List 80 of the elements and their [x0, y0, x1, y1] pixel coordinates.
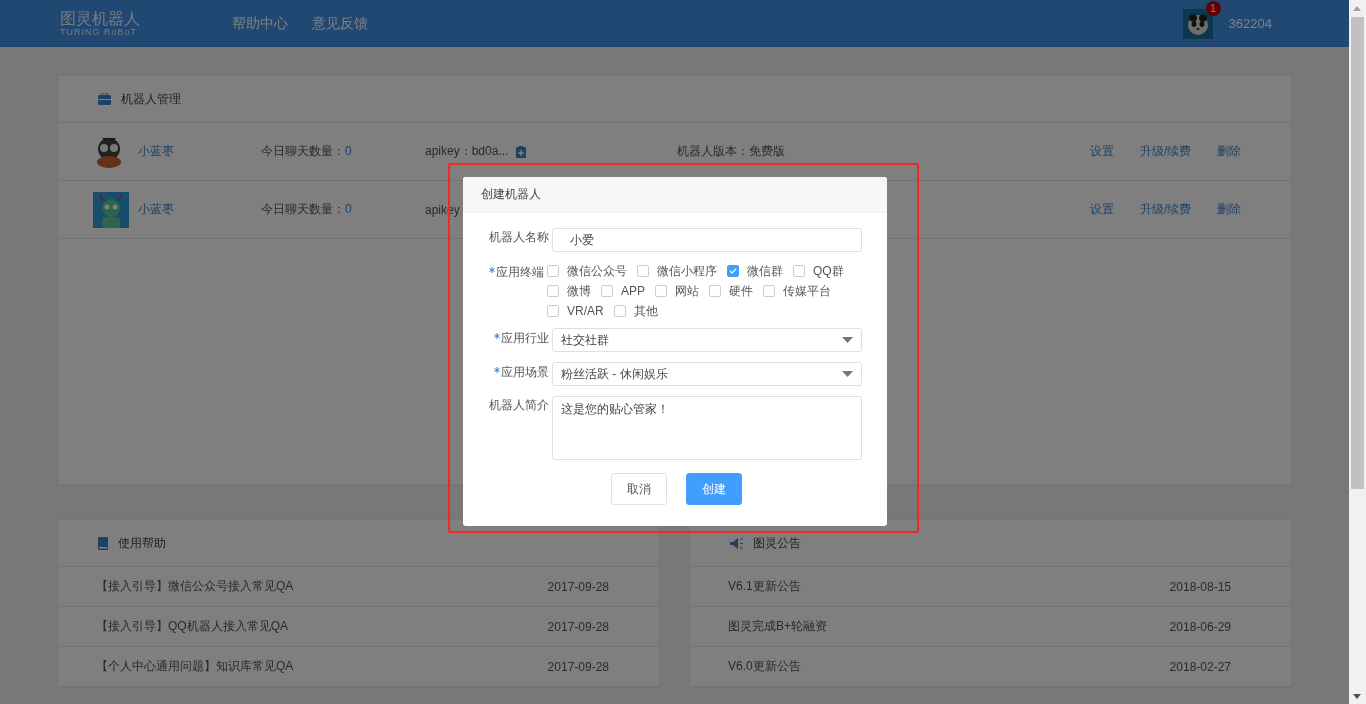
checkbox[interactable]: [655, 285, 667, 297]
checkbox[interactable]: [709, 285, 721, 297]
robot-name-link[interactable]: 小蓝枣: [138, 201, 261, 218]
caret-icon: [842, 337, 853, 343]
panel-title: 机器人管理: [121, 90, 181, 108]
checkbox[interactable]: [637, 265, 649, 277]
chat-count-label: 今日聊天数量：: [261, 202, 345, 216]
panel-title: 图灵公告: [753, 534, 801, 552]
article-date: 2017-09-28: [547, 579, 609, 594]
article-date: 2018-02-27: [1169, 659, 1231, 674]
name-field[interactable]: 小爱: [552, 228, 862, 252]
checkbox-label: APP: [621, 284, 645, 298]
notification-badge: 1: [1205, 0, 1221, 16]
checkbox-label: 微信群: [747, 264, 783, 278]
nav-link[interactable]: 帮助中心: [232, 14, 288, 33]
action-link[interactable]: 设置: [1090, 143, 1114, 160]
field-label: 机器人简介: [489, 397, 550, 414]
article-link[interactable]: V6.0更新公告: [728, 658, 801, 675]
field-label: 应用场景: [501, 364, 550, 381]
field-label: 应用行业: [501, 330, 550, 347]
field-label: 机器人名称: [489, 229, 550, 246]
checkbox-label: VR/AR: [567, 304, 604, 318]
robot-name-link[interactable]: 小蓝枣: [138, 143, 261, 160]
article-link[interactable]: 【接入引导】微信公众号接入常见QA: [96, 578, 294, 595]
checkbox-label: QQ群: [813, 264, 844, 278]
scrollbar[interactable]: [1349, 0, 1366, 704]
article-link[interactable]: 【个人中心通用问题】知识库常见QA: [96, 658, 294, 675]
article-date: 2018-08-15: [1169, 579, 1231, 594]
speaker-icon: [730, 536, 743, 550]
logo-subtitle: TURING RoBoT: [60, 27, 138, 37]
checkbox[interactable]: [547, 285, 559, 297]
scroll-thumb[interactable]: [1351, 17, 1364, 489]
checkbox[interactable]: [601, 285, 613, 297]
dialog-title: 创建机器人: [481, 186, 541, 203]
checkbox[interactable]: [547, 305, 559, 317]
checkbox[interactable]: [763, 285, 775, 297]
checkbox-label: 传媒平台: [783, 284, 831, 298]
cancel-button[interactable]: 取消: [610, 473, 667, 505]
chat-count-label: 今日聊天数量：: [261, 144, 345, 158]
article-link[interactable]: V6.1更新公告: [728, 578, 801, 595]
checkbox-label: 微信小程序: [657, 264, 717, 278]
logo-title: 图灵机器人: [60, 10, 141, 27]
user-avatar[interactable]: [1182, 8, 1213, 39]
checkbox[interactable]: [727, 265, 739, 277]
article-date: 2018-06-29: [1169, 619, 1231, 634]
action-link[interactable]: 删除: [1217, 143, 1242, 160]
article-link[interactable]: 【接入引导】QQ机器人接入常见QA: [96, 618, 288, 635]
checkbox-label: 其他: [633, 304, 658, 318]
panel-title: 使用帮助: [118, 534, 166, 552]
create-button[interactable]: 创建: [685, 473, 742, 505]
book-icon: [98, 536, 108, 550]
checkbox[interactable]: [613, 305, 626, 317]
action-link[interactable]: 删除: [1217, 201, 1242, 218]
toolbox-icon: [98, 93, 111, 105]
action-link[interactable]: 设置: [1090, 201, 1114, 218]
user-id: 362204: [1228, 16, 1272, 31]
dropdown[interactable]: 社交社群: [552, 328, 862, 352]
copy-icon: [516, 145, 527, 158]
apikey-text: apikey：bd0a...: [425, 143, 509, 160]
checkbox[interactable]: [793, 265, 805, 277]
chat-count: 0: [345, 144, 352, 158]
robot-icon: [93, 191, 129, 228]
action-link[interactable]: 升级/续费: [1140, 201, 1192, 218]
action-link[interactable]: 升级/续费: [1140, 143, 1192, 160]
dropdown[interactable]: 粉丝活跃 - 休闲娱乐: [552, 362, 862, 386]
checkbox-label: 微信公众号: [567, 264, 627, 278]
checkbox-label: 网站: [675, 284, 699, 298]
article-date: 2017-09-28: [547, 659, 609, 674]
article-date: 2017-09-28: [547, 619, 609, 634]
field-label: 应用终端: [496, 264, 545, 281]
checkbox-label: 硬件: [729, 284, 753, 298]
description-field[interactable]: 这是您的贴心管家！: [552, 396, 862, 460]
check-icon: [728, 266, 738, 276]
version-text: 机器人版本：免费版: [677, 143, 786, 160]
chat-count: 0: [345, 202, 352, 216]
article-link[interactable]: 图灵完成B+轮融资: [728, 618, 827, 635]
checkbox-label: 微博: [567, 284, 591, 298]
nav-link[interactable]: 意见反馈: [312, 14, 368, 33]
checkbox[interactable]: [547, 265, 559, 277]
caret-icon: [842, 371, 853, 377]
